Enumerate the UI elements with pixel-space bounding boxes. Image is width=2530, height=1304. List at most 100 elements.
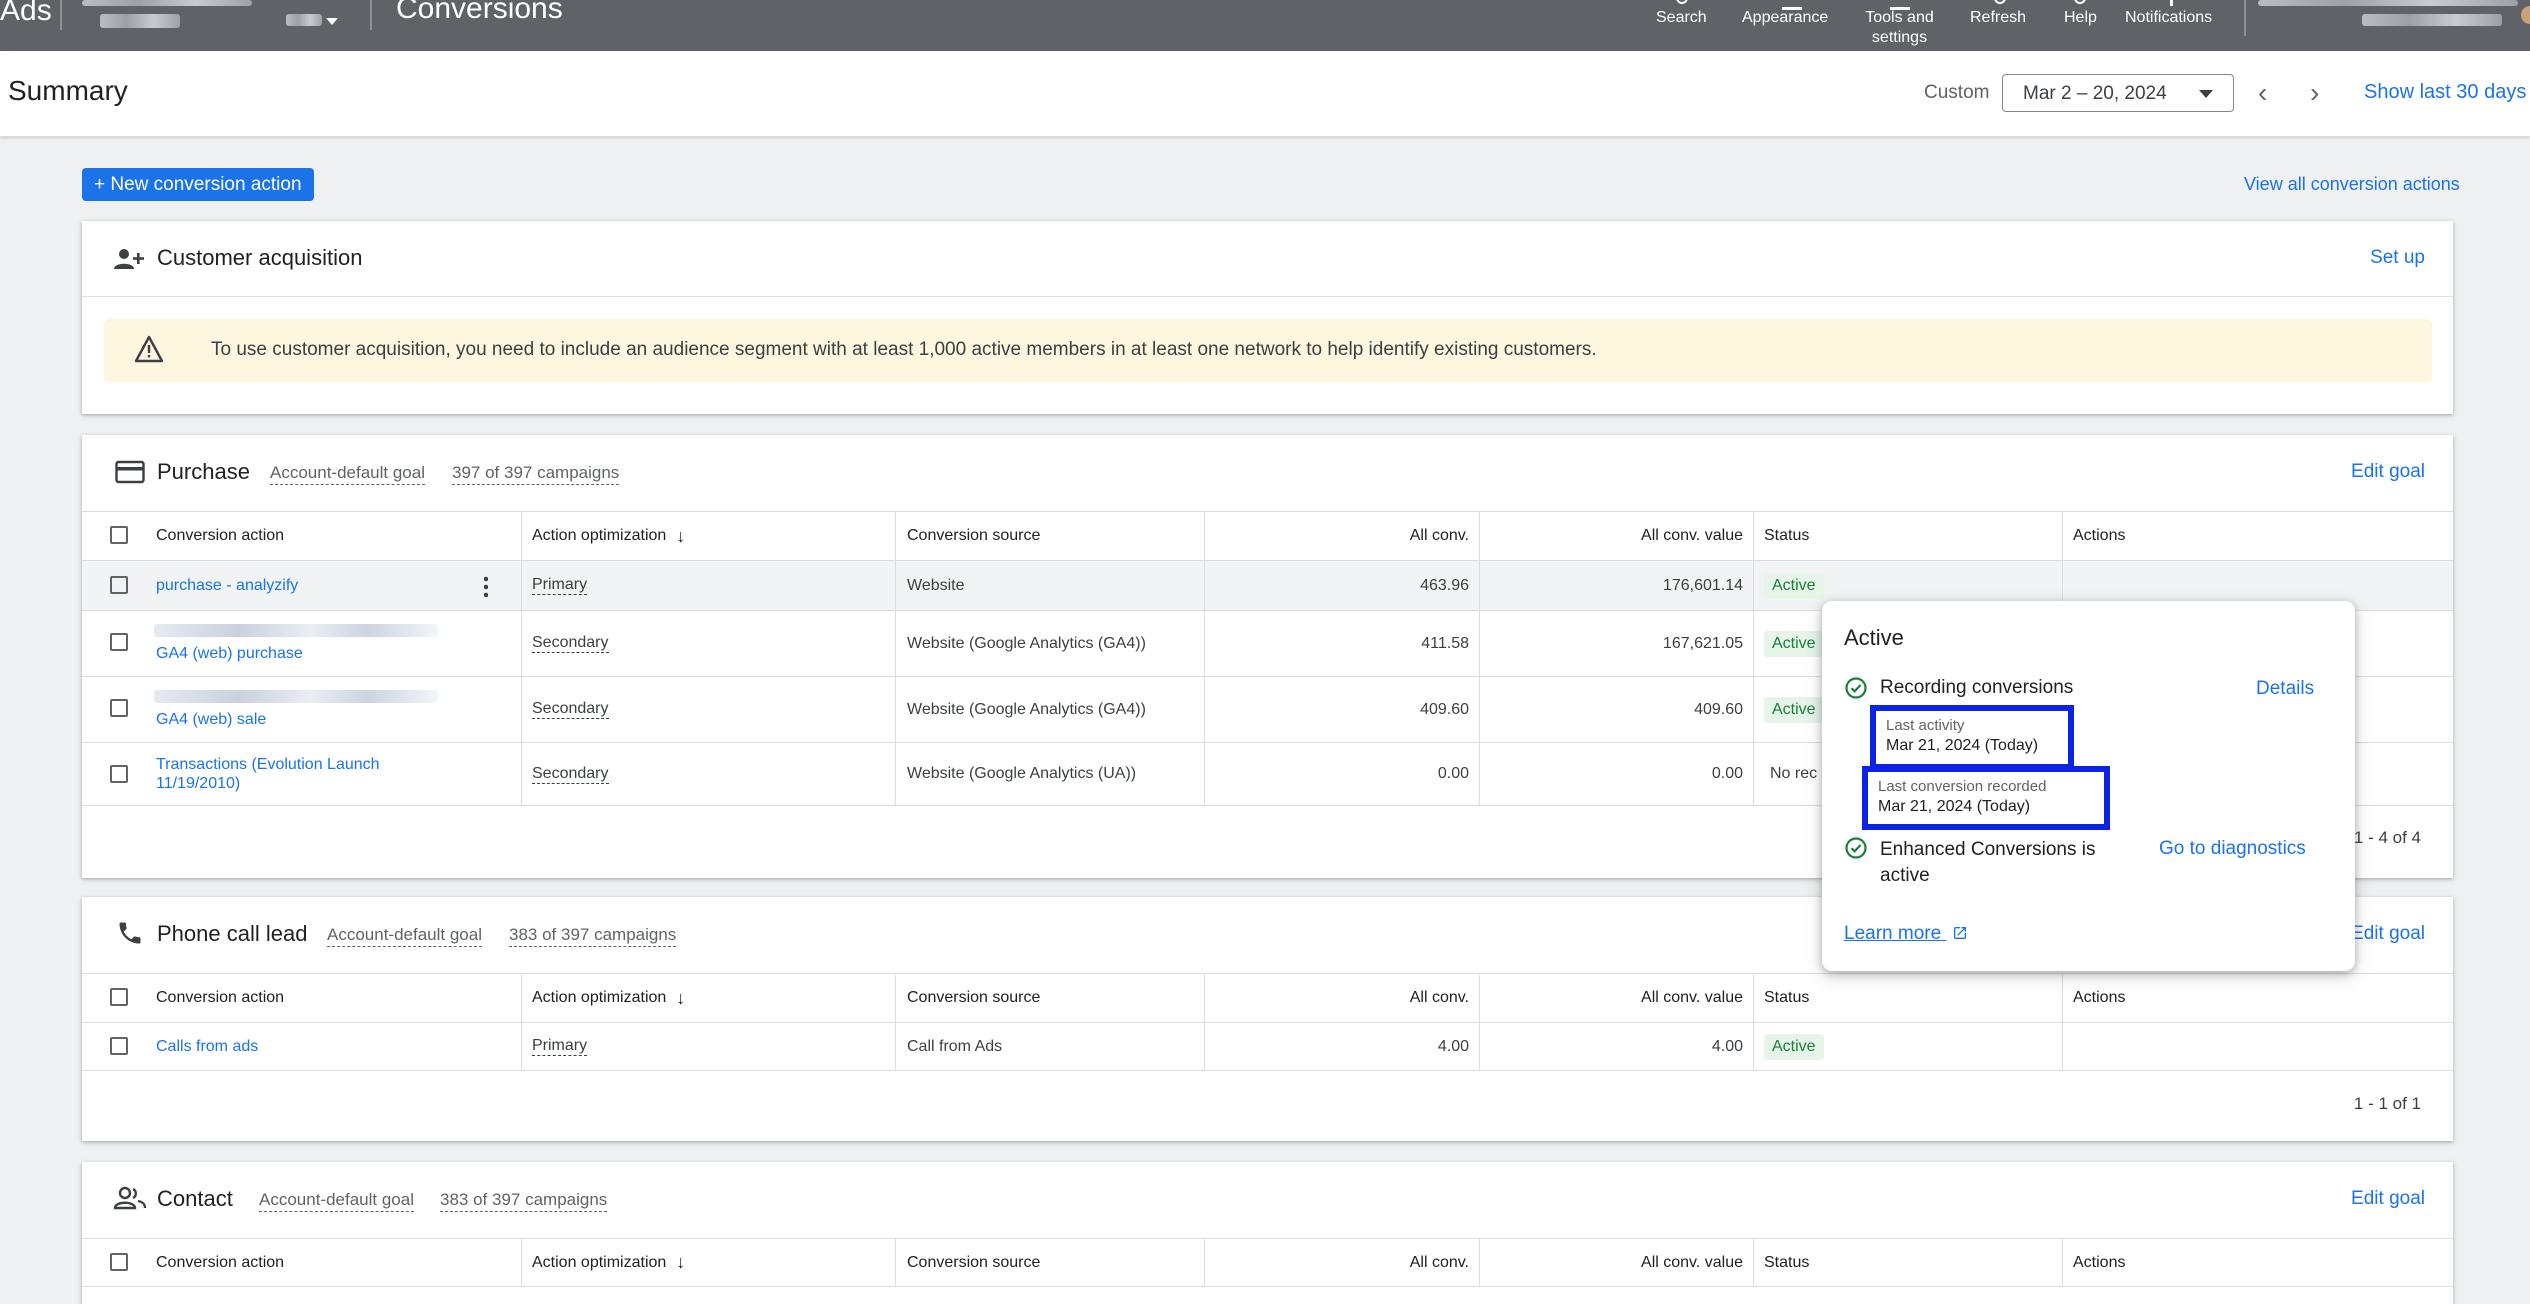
column-header[interactable]: Action optimization ↓ <box>532 974 685 1022</box>
warning-icon <box>134 335 164 363</box>
column-header[interactable]: Conversion source <box>907 974 1040 1022</box>
row-checkbox[interactable] <box>110 633 128 651</box>
conversion-source: Website <box>907 576 965 594</box>
conversion-action-link[interactable]: Transactions (Evolution Launch 11/19/201… <box>156 743 406 805</box>
edit-goal-link[interactable]: Edit goal <box>2351 923 2425 945</box>
tools-settings-tool[interactable]: Tools and settings <box>1862 7 1937 48</box>
column-header[interactable]: Action optimization ↓ <box>532 512 685 560</box>
account-info[interactable] <box>2258 0 2523 30</box>
chevron-left-icon[interactable]: ‹ <box>2258 77 2267 109</box>
status-badge[interactable]: Active <box>1764 572 1824 599</box>
status-badge[interactable]: Active <box>1764 1033 1824 1060</box>
row-checkbox[interactable] <box>110 765 128 783</box>
column-header[interactable]: All conv. <box>1204 1239 1469 1286</box>
all-conv-value: 409.60 <box>1420 700 1469 718</box>
notifications-tool[interactable]: Notifications <box>2125 0 2212 28</box>
all-conv-value-amount: 0.00 <box>1711 765 1743 782</box>
all-conv-value-amount: 409.60 <box>1694 700 1743 718</box>
conversion-action-link[interactable]: GA4 (web) purchase <box>156 631 303 677</box>
select-all-checkbox[interactable] <box>110 1253 128 1271</box>
last-activity-label: Last activity <box>1886 717 1965 734</box>
campaign-count[interactable]: 397 of 397 campaigns <box>452 463 620 485</box>
edit-goal-link[interactable]: Edit goal <box>2351 1188 2425 1210</box>
column-header[interactable]: All conv. value <box>1479 1239 1743 1286</box>
select-all-checkbox[interactable] <box>110 526 128 544</box>
appearance-icon <box>1782 2 1802 10</box>
appearance-tool[interactable]: Appearance <box>1742 7 1828 28</box>
new-conversion-action-button[interactable]: + New conversion action <box>82 168 314 201</box>
goal-type[interactable]: Account-default goal <box>327 925 482 947</box>
column-header[interactable]: All conv. <box>1204 512 1469 560</box>
campaign-count[interactable]: 383 of 397 campaigns <box>509 925 677 947</box>
optimization-value[interactable]: Secondary <box>532 700 609 719</box>
campaign-count[interactable]: 383 of 397 campaigns <box>440 1190 608 1212</box>
column-header[interactable]: All conv. value <box>1479 974 1743 1022</box>
optimization-value[interactable]: Secondary <box>532 765 609 784</box>
last-activity-highlight: Last activity Mar 21, 2024 (Today) <box>1870 705 2074 770</box>
help-icon <box>2074 0 2086 4</box>
check-circle-icon <box>1845 677 1867 699</box>
chevron-down-icon <box>326 18 338 25</box>
help-tool[interactable]: Help <box>2064 0 2097 28</box>
column-header[interactable]: All conv. <box>1204 974 1469 1022</box>
dropdown-caret-icon <box>2199 90 2213 98</box>
select-all-checkbox[interactable] <box>110 988 128 1006</box>
view-all-conversion-actions-link[interactable]: View all conversion actions <box>2244 174 2460 195</box>
goal-type[interactable]: Account-default goal <box>259 1190 414 1212</box>
status-badge[interactable]: Active <box>1764 696 1824 723</box>
row-checkbox[interactable] <box>110 1037 128 1055</box>
all-conv-value-amount: 167,621.05 <box>1662 634 1743 652</box>
go-to-diagnostics-link[interactable]: Go to diagnostics <box>2159 838 2306 860</box>
column-header[interactable]: Conversion source <box>907 1239 1040 1286</box>
divider <box>60 0 62 30</box>
optimization-value[interactable]: Secondary <box>532 634 609 653</box>
show-last-30-days-link[interactable]: Show last 30 days <box>2364 81 2526 104</box>
learn-more-link[interactable]: Learn more <box>1844 923 1968 945</box>
conversion-action-link[interactable]: GA4 (web) sale <box>156 697 266 743</box>
column-header[interactable]: Conversion action <box>156 1239 284 1286</box>
column-header[interactable]: Conversion action <box>156 974 284 1022</box>
last-recorded-label: Last conversion recorded <box>1878 778 2047 795</box>
arrow-down-icon: ↓ <box>676 525 686 546</box>
bell-icon <box>2170 0 2173 6</box>
optimization-value[interactable]: Primary <box>532 1037 588 1056</box>
external-link-icon <box>1954 927 1967 939</box>
last-recorded-value: Mar 21, 2024 (Today) <box>1878 798 2031 815</box>
column-header[interactable]: Status <box>1764 512 1809 560</box>
table-row[interactable]: Calls from ads Primary Call from Ads 4.0… <box>82 1022 2453 1071</box>
refresh-tool[interactable]: Refresh <box>1970 0 2026 28</box>
conversion-action-link[interactable]: purchase - analyzify <box>156 561 298 610</box>
all-conv-value: 463.96 <box>1420 576 1469 594</box>
details-link[interactable]: Details <box>2256 678 2314 700</box>
column-header[interactable]: Status <box>1764 974 1809 1022</box>
phone-icon <box>119 922 141 944</box>
table-header-row: Conversion action Action optimization ↓ C… <box>82 511 2453 560</box>
date-range-select[interactable]: Mar 2 – 20, 2024 <box>2002 74 2234 112</box>
column-header[interactable]: Status <box>1764 1239 1809 1286</box>
arrow-down-icon: ↓ <box>676 1252 686 1272</box>
status-text[interactable]: No rec <box>1770 743 1817 805</box>
column-header[interactable]: Conversion action <box>156 512 284 560</box>
last-conversion-highlight: Last conversion recorded Mar 21, 2024 (T… <box>1862 766 2110 830</box>
column-header[interactable]: Conversion source <box>907 512 1040 560</box>
divider <box>2244 0 2246 36</box>
optimization-value[interactable]: Primary <box>532 576 588 595</box>
date-range-type: Custom <box>1924 82 1990 103</box>
status-badge[interactable]: Active <box>1764 630 1824 657</box>
people-icon <box>113 1186 147 1210</box>
column-header[interactable]: All conv. value <box>1479 512 1743 560</box>
row-checkbox[interactable] <box>110 576 128 594</box>
section-title: Customer acquisition <box>157 245 363 270</box>
goal-type[interactable]: Account-default goal <box>270 463 425 485</box>
conversion-action-link[interactable]: Calls from ads <box>156 1023 258 1070</box>
search-tool[interactable]: Search <box>1656 0 1707 28</box>
edit-goal-link[interactable]: Edit goal <box>2351 461 2425 483</box>
column-header[interactable]: Action optimization ↓ <box>532 1239 685 1286</box>
recording-status: Recording conversions <box>1880 677 2074 698</box>
chevron-right-icon[interactable]: › <box>2310 77 2319 109</box>
page-title: Summary <box>8 75 128 106</box>
set-up-link[interactable]: Set up <box>2370 247 2425 269</box>
more-vert-icon[interactable] <box>484 575 488 597</box>
row-checkbox[interactable] <box>110 699 128 717</box>
enhanced-conversions-status: Enhanced Conversions is active <box>1880 839 2096 886</box>
